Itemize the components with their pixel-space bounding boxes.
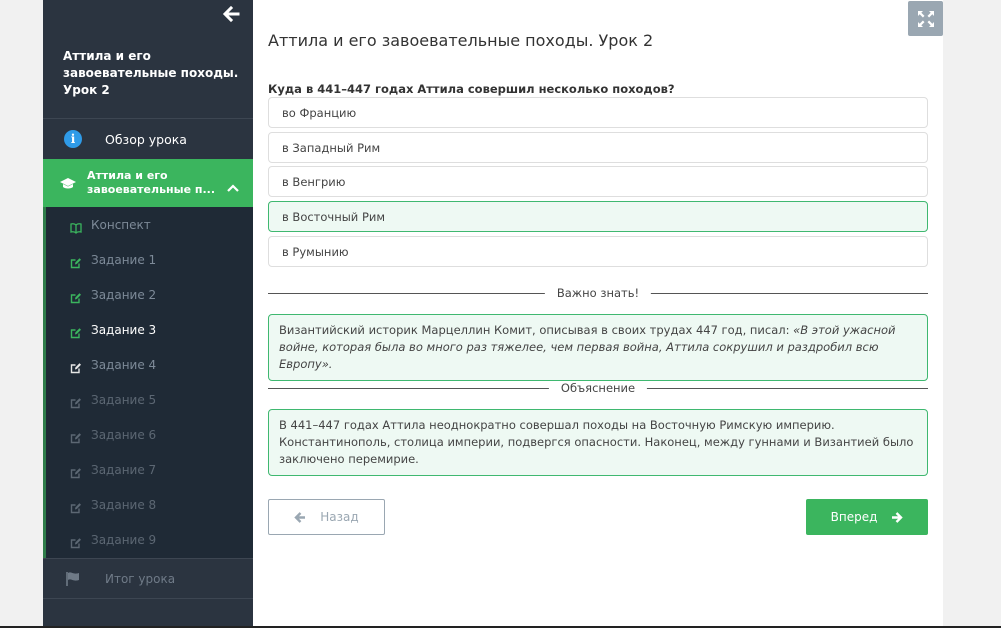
chevron-up-icon[interactable] [227,178,239,192]
edit-icon [70,394,82,408]
arrow-right-icon [892,511,904,523]
sidebar-item-label: Задание 1 [91,252,157,267]
back-button[interactable]: Назад [268,499,385,535]
edit-icon [70,464,82,478]
sidebar-item-task-9[interactable]: Задание 9 [46,522,253,557]
main-content: Аттила и его завоевательные походы. Урок… [253,0,943,626]
sidebar-item-label: Задание 7 [91,462,157,477]
sidebar: Аттила и его завоевательные походы. Урок… [43,0,253,626]
arrow-left-icon [294,511,306,523]
divider [43,598,253,599]
sidebar-item-label: Задание 8 [91,497,157,512]
sidebar-item-task-5[interactable]: Задание 5 [46,382,253,417]
sidebar-item-overview[interactable]: i Обзор урока [43,119,253,159]
sidebar-item-label: Задание 6 [91,427,157,442]
explanation-header: Объяснение [548,381,648,395]
next-label: Вперед [830,510,878,524]
explanation-note: В 441–447 годах Аттила неоднократно сове… [268,409,928,476]
edit-icon [70,359,82,373]
important-header: Важно знать! [544,286,652,300]
sidebar-item-label: Обзор урока [105,131,187,147]
next-button[interactable]: Вперед [806,499,928,535]
fullscreen-button[interactable] [908,1,943,36]
course-title: Аттила и его завоевательные походы. Урок… [63,49,239,97]
sidebar-item-task-4[interactable]: Задание 4 [46,347,253,382]
edit-icon [70,324,82,338]
edit-icon [70,289,82,303]
edit-icon [70,499,82,513]
sidebar-item-label: Задание 2 [91,287,157,302]
sidebar-item-task-7[interactable]: Задание 7 [46,452,253,487]
sidebar-item-task-2[interactable]: Задание 2 [46,277,253,312]
sidebar-item-lesson[interactable]: Аттила и его завоевательные п... [43,159,253,207]
answer-option-correct[interactable]: в Восточный Рим [268,201,928,232]
sidebar-item-final[interactable]: Итог урока [43,559,253,599]
book-icon [70,219,82,234]
sidebar-item-label: Задание 9 [91,532,157,547]
graduation-cap-icon [59,176,77,190]
important-note: Византийский историк Марцеллин Комит, оп… [268,314,928,381]
section-divider: Важно знать! [268,286,928,300]
app-frame: Аттила и его завоевательные походы. Урок… [43,0,943,626]
expand-icon [917,10,934,27]
answer-option[interactable]: в Западный Рим [268,132,928,163]
section-divider: Объяснение [268,381,928,395]
sidebar-item-task-6[interactable]: Задание 6 [46,417,253,452]
answer-option[interactable]: в Румынию [268,236,928,267]
sidebar-item-label: Аттила и его завоевательные п... [87,169,215,196]
sidebar-item-task-3[interactable]: Задание 3 [46,312,253,347]
sidebar-item-label: Задание 5 [91,392,157,407]
answer-option[interactable]: во Францию [268,97,928,128]
important-text: Византийский историк Марцеллин Комит, оп… [279,323,794,337]
edit-icon [70,254,82,268]
info-icon: i [64,130,82,148]
sidebar-item-label: Конспект [91,217,151,232]
answer-option[interactable]: в Венгрию [268,166,928,197]
sidebar-item-label: Итог урока [105,572,176,586]
sidebar-item-label: Задание 3 [91,322,157,337]
edit-icon [70,534,82,548]
back-arrow-icon[interactable] [221,4,241,24]
question-text: Куда в 441–447 годах Аттила совершил нес… [268,82,675,96]
sidebar-item-task-8[interactable]: Задание 8 [46,487,253,522]
back-label: Назад [320,510,359,524]
lesson-subitems: Конспект Задание 1 Задание 2 Задание 3 З… [43,207,253,558]
sidebar-item-label: Задание 4 [91,357,157,372]
flag-icon [65,571,81,587]
edit-icon [70,429,82,443]
explanation-text: В 441–447 годах Аттила неоднократно сове… [279,418,914,466]
sidebar-item-summary[interactable]: Конспект [46,207,253,242]
sidebar-item-task-1[interactable]: Задание 1 [46,242,253,277]
page-title: Аттила и его завоевательные походы. Урок… [268,31,654,50]
